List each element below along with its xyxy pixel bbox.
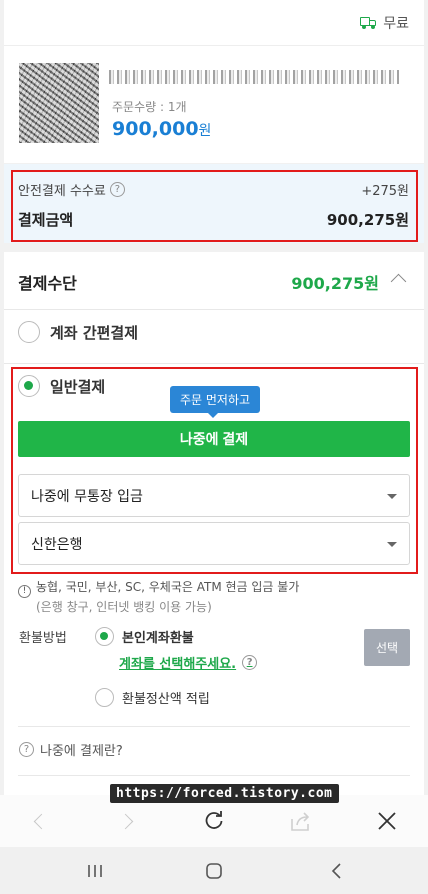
- payment-method-amount: 900,275원: [291, 274, 379, 293]
- back-icon[interactable]: [28, 808, 54, 834]
- shipping-label: 무료: [383, 15, 409, 32]
- order-first-tooltip: 주문 먼저하고: [170, 386, 261, 418]
- payment-method-heading: 결제수단: [18, 274, 77, 293]
- bank-select[interactable]: 신한은행: [18, 522, 410, 565]
- total-amount-value: 900,275원: [326, 211, 409, 229]
- select-refund-account-button[interactable]: 선택: [364, 629, 410, 666]
- radio-refund-own-account[interactable]: [95, 627, 114, 646]
- total-amount-label: 결제금액: [18, 211, 74, 229]
- truck-icon: [360, 16, 377, 29]
- chevron-up-icon[interactable]: [390, 273, 407, 290]
- divider: [18, 726, 410, 727]
- close-icon[interactable]: [374, 808, 400, 834]
- payment-method-select[interactable]: 나중에 무통장 입금: [18, 474, 410, 517]
- recent-apps-icon[interactable]: [82, 858, 108, 884]
- divider: [4, 309, 424, 310]
- radio-simple-account-payment[interactable]: [18, 321, 40, 343]
- checkout-page: 무료 주문수량 : 1개 900,000원 안전결제 수수료 ? +275원 결…: [0, 0, 428, 894]
- forward-icon[interactable]: [112, 808, 138, 834]
- product-name-redacted: [109, 70, 399, 84]
- radio-refund-credit[interactable]: [95, 688, 114, 707]
- share-icon[interactable]: [288, 808, 314, 834]
- info-icon: !: [18, 584, 31, 598]
- refund-own-account-option[interactable]: 본인계좌환불: [95, 627, 194, 646]
- order-quantity: 주문수량 : 1개: [112, 100, 187, 114]
- pay-later-help[interactable]: ? 나중에 결제란?: [19, 740, 123, 759]
- refund-method-label: 환불방법: [19, 631, 67, 646]
- radio-general-payment[interactable]: [18, 375, 40, 397]
- divider: [18, 775, 410, 776]
- refund-credit-option[interactable]: 환불정산액 적립: [95, 688, 210, 707]
- help-icon[interactable]: ?: [109, 182, 125, 197]
- select-account-link[interactable]: 계좌를 선택해주세요. ?: [119, 653, 258, 672]
- atm-notice: ! 농협, 국민, 부산, SC, 우체국은 ATM 현금 입금 불가 (은행 창…: [18, 578, 299, 616]
- product-summary: 주문수량 : 1개 900,000원: [4, 45, 424, 163]
- help-icon[interactable]: ?: [242, 655, 258, 670]
- refresh-icon[interactable]: [201, 808, 227, 834]
- divider: [4, 363, 424, 364]
- pay-later-button[interactable]: 나중에 결제: [18, 421, 410, 457]
- option-general-payment[interactable]: 일반결제: [18, 375, 105, 397]
- product-price: 900,000원: [112, 118, 212, 140]
- home-icon[interactable]: [201, 858, 227, 884]
- option-simple-account-payment[interactable]: 계좌 간편결제: [18, 321, 138, 343]
- caret-down-icon: [387, 542, 397, 547]
- shipping-row: 무료: [4, 0, 424, 45]
- product-thumbnail: [19, 63, 99, 143]
- caret-down-icon: [387, 494, 397, 499]
- safe-payment-fee-label: 안전결제 수수료 ?: [18, 180, 125, 199]
- watermark: https://forced.tistory.com: [110, 784, 339, 803]
- system-back-icon[interactable]: [324, 858, 350, 884]
- help-icon: ?: [19, 742, 34, 757]
- safe-payment-fee-value: +275원: [361, 184, 409, 199]
